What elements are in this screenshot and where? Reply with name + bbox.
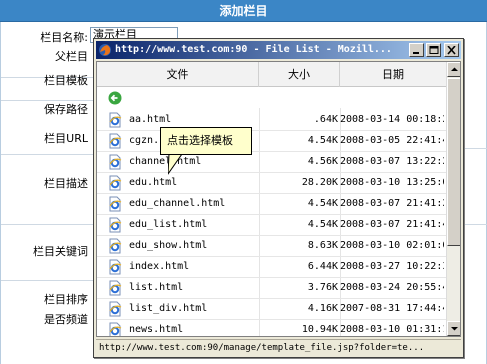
table-header: 文件 大小 日期: [97, 62, 446, 87]
file-size: .64K: [313, 114, 338, 125]
column-file[interactable]: 文件: [97, 62, 259, 87]
divider: [1, 224, 95, 225]
ie-html-file-icon: [109, 280, 122, 296]
file-row[interactable]: index.html 6.44K 2008-03-27 10:22:31: [97, 256, 446, 278]
file-size: 4.54K: [307, 219, 338, 230]
file-date: 2007-08-31 17:44:42: [340, 303, 444, 314]
ie-html-file-icon: [109, 196, 122, 212]
file-size: 4.56K: [307, 156, 338, 167]
vertical-scrollbar[interactable]: [446, 62, 460, 336]
ie-html-file-icon: [109, 112, 122, 128]
up-arrow-icon: [451, 67, 458, 71]
column-size[interactable]: 大小: [259, 62, 340, 87]
form-title: 添加栏目: [0, 0, 487, 22]
scroll-up-button[interactable]: [447, 62, 460, 77]
ie-html-file-icon: [109, 259, 122, 275]
file-name[interactable]: edu_channel.html: [129, 193, 259, 215]
url-label: 栏目URL: [44, 132, 88, 145]
file-size: 8.63K: [307, 240, 338, 251]
file-row[interactable]: list.html 3.76K 2008-03-24 20:55:41: [97, 277, 446, 299]
file-name[interactable]: edu_list.html: [129, 214, 259, 236]
maximize-icon: [429, 46, 439, 54]
window-titlebar[interactable]: http://www.test.com:90 - File List - Moz…: [96, 41, 461, 59]
description-label: 栏目描述: [44, 177, 88, 190]
file-date: 2008-03-24 20:55:41: [340, 282, 444, 293]
maximize-button[interactable]: [426, 43, 441, 57]
template-label: 栏目模板: [44, 74, 88, 87]
file-row[interactable]: aa.html .64K 2008-03-14 00:18:28: [97, 109, 446, 131]
file-size: 6.44K: [307, 261, 338, 272]
file-list-content: 文件 大小 日期 aa.html .64K 2008-03-14 00:18:28 c…: [96, 61, 461, 337]
divider: [1, 280, 95, 281]
file-size: 4.54K: [307, 135, 338, 146]
file-row[interactable]: news.html 10.94K 2008-03-10 01:31:15: [97, 319, 446, 336]
file-name[interactable]: edu_show.html: [129, 235, 259, 257]
file-date: 2008-03-07 13:22:29: [340, 156, 444, 167]
file-name[interactable]: index.html: [129, 256, 259, 278]
ie-html-file-icon: [109, 133, 122, 149]
ie-html-file-icon: [109, 217, 122, 233]
close-button[interactable]: [444, 43, 459, 57]
file-size: 28.20K: [301, 177, 338, 188]
file-date: 2008-03-07 21:41:42: [340, 219, 444, 230]
divider: [465, 224, 487, 225]
down-arrow-icon: [451, 327, 458, 331]
scroll-down-button[interactable]: [447, 321, 460, 336]
window-title: http://www.test.com:90 - File List - Moz…: [115, 44, 392, 55]
back-arrow-icon[interactable]: [108, 91, 122, 105]
ie-html-file-icon: [109, 301, 122, 317]
is-channel-label: 是否频道: [44, 313, 88, 326]
status-bar: http://www.test.com:90/manage/template_f…: [96, 339, 461, 356]
file-size: 4.16K: [307, 303, 338, 314]
file-name[interactable]: news.html: [129, 319, 259, 336]
file-date: 2008-03-05 22:41:45: [340, 135, 444, 146]
file-row[interactable]: channel.html 4.56K 2008-03-07 13:22:29: [97, 151, 446, 173]
file-row[interactable]: edu_show.html 8.63K 2008-03-10 02:01:03: [97, 235, 446, 257]
close-icon: [447, 46, 456, 55]
back-row[interactable]: [97, 88, 446, 108]
scroll-thumb[interactable]: [447, 78, 460, 246]
file-size: 4.54K: [307, 198, 338, 209]
tooltip-pointer: [168, 154, 183, 175]
file-row[interactable]: edu.html 28.20K 2008-03-10 13:25:09: [97, 172, 446, 194]
divider: [1, 154, 95, 155]
file-list-window: http://www.test.com:90 - File List - Moz…: [93, 38, 464, 358]
file-size: 3.76K: [307, 282, 338, 293]
keywords-label: 栏目关键词: [33, 245, 88, 258]
file-row[interactable]: cgzn.html 4.54K 2008-03-05 22:41:45: [97, 130, 446, 152]
order-label: 栏目排序: [44, 293, 88, 306]
ie-html-file-icon: [109, 154, 122, 170]
column-date[interactable]: 日期: [340, 62, 446, 87]
save-path-label: 保存路径: [44, 103, 88, 116]
divider: [465, 148, 487, 149]
file-date: 2008-03-10 01:31:15: [340, 324, 444, 335]
file-name[interactable]: edu.html: [129, 172, 259, 194]
firefox-icon: [99, 44, 111, 56]
file-date: 2008-03-07 21:41:26: [340, 198, 444, 209]
file-date: 2008-03-10 13:25:09: [340, 177, 444, 188]
file-row[interactable]: edu_list.html 4.54K 2008-03-07 21:41:42: [97, 214, 446, 236]
file-name[interactable]: list.html: [129, 277, 259, 299]
file-name[interactable]: list_div.html: [129, 298, 259, 320]
file-date: 2008-03-14 00:18:28: [340, 114, 444, 125]
file-row[interactable]: list_div.html 4.16K 2007-08-31 17:44:42: [97, 298, 446, 320]
minimize-icon: [413, 52, 419, 54]
file-size: 10.94K: [301, 324, 338, 335]
file-row[interactable]: edu_channel.html 4.54K 2008-03-07 21:41:26: [97, 193, 446, 215]
minimize-button[interactable]: [409, 43, 424, 57]
file-date: 2008-03-10 02:01:03: [340, 240, 444, 251]
name-label: 栏目名称:: [40, 31, 88, 44]
parent-label: 父栏目: [55, 50, 88, 63]
ie-html-file-icon: [109, 175, 122, 191]
ie-html-file-icon: [109, 238, 122, 254]
tooltip: 点击选择模板: [160, 127, 252, 155]
ie-html-file-icon: [109, 322, 122, 336]
file-date: 2008-03-27 10:22:31: [340, 261, 444, 272]
